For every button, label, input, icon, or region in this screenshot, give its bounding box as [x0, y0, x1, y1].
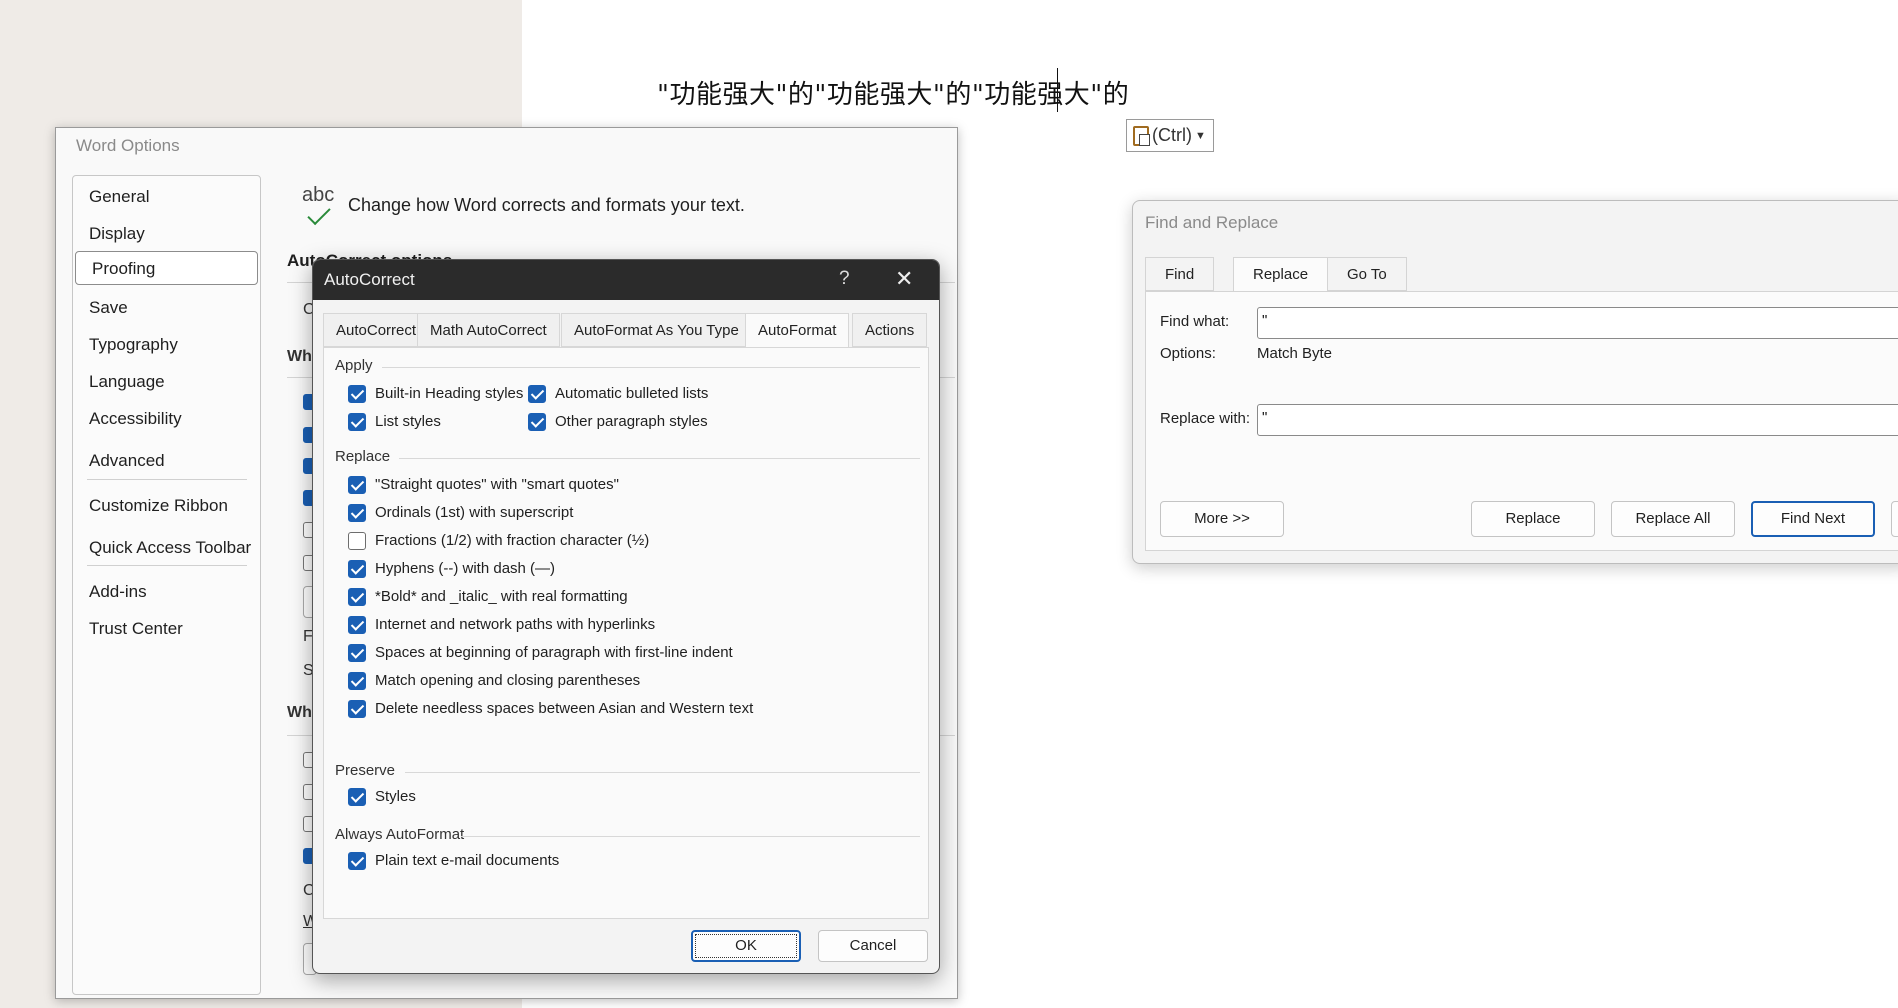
tab-math-autocorrect[interactable]: Math AutoCorrect — [417, 313, 560, 347]
checkbox-first-line-indent[interactable] — [348, 644, 366, 662]
label-fractions: Fractions (1/2) with fraction character … — [375, 532, 650, 549]
label-hyphens: Hyphens (--) with dash (—) — [375, 560, 556, 577]
find-what-input[interactable]: " — [1257, 307, 1898, 339]
autocorrect-dialog: AutoCorrect ? ✕ AutoCorrect Math AutoCor… — [312, 259, 940, 974]
label-ordinals: Ordinals (1st) with superscript — [375, 504, 574, 521]
label-match-parentheses: Match opening and closing parentheses — [375, 672, 641, 689]
options-label: Options: — [1160, 345, 1216, 362]
label-bold-italic: *Bold* and _italic_ with real formatting — [375, 588, 628, 605]
group-divider — [461, 836, 920, 837]
group-replace: Replace — [335, 448, 391, 465]
group-always-autoformat: Always AutoFormat — [335, 826, 465, 843]
label-list-styles: List styles — [375, 413, 441, 430]
replace-with-input[interactable]: " — [1257, 404, 1898, 436]
label-smart-quotes: "Straight quotes" with "smart quotes" — [375, 476, 619, 493]
checkbox-hyphens[interactable] — [348, 560, 366, 578]
checkbox-smart-quotes[interactable] — [348, 476, 366, 494]
nav-divider — [87, 479, 247, 480]
replace-panel: Find what: " Options: Match Byte Replace… — [1145, 291, 1898, 551]
checkbox-builtin-heading-styles[interactable] — [348, 385, 366, 403]
checkbox-bold-italic[interactable] — [348, 588, 366, 606]
word-options-heading: Change how Word corrects and formats you… — [348, 195, 745, 215]
tab-autocorrect[interactable]: AutoCorrect — [323, 313, 430, 347]
nav-item-display[interactable]: Display — [73, 217, 260, 251]
label-other-paragraph-styles: Other paragraph styles — [555, 413, 708, 430]
word-options-title: Word Options — [76, 136, 180, 155]
text-caret — [1057, 68, 1058, 112]
replace-button[interactable]: Replace — [1471, 501, 1595, 537]
nav-item-trust-center[interactable]: Trust Center — [73, 612, 260, 646]
close-icon[interactable]: ✕ — [895, 266, 913, 292]
nav-item-proofing[interactable]: Proofing — [75, 251, 258, 285]
document-text[interactable]: "功能强大"的"功能强大"的"功能强大"的 — [657, 74, 1129, 111]
checkbox-automatic-bulleted-lists[interactable] — [528, 385, 546, 403]
paste-options-button[interactable]: (Ctrl) ▼ — [1126, 119, 1214, 152]
nav-divider — [87, 565, 247, 566]
label-delete-needless-spaces: Delete needless spaces between Asian and… — [375, 700, 754, 717]
find-next-button[interactable]: Find Next — [1751, 501, 1875, 537]
focus-ring — [695, 934, 797, 958]
nav-item-language[interactable]: Language — [73, 365, 260, 399]
tab-replace[interactable]: Replace — [1233, 257, 1329, 292]
label-automatic-bulleted-lists: Automatic bulleted lists — [555, 385, 709, 402]
tab-autoformat-as-you-type[interactable]: AutoFormat As You Type — [561, 313, 752, 347]
nav-item-advanced[interactable]: Advanced — [73, 444, 260, 478]
nav-item-customize-ribbon[interactable]: Customize Ribbon — [73, 489, 260, 523]
checkbox-ordinals[interactable] — [348, 504, 366, 522]
autocorrect-title: AutoCorrect — [324, 270, 415, 289]
replace-all-button[interactable]: Replace All — [1611, 501, 1735, 537]
checkbox-list-styles[interactable] — [348, 413, 366, 431]
label-plain-text-email: Plain text e-mail documents — [375, 852, 560, 869]
label-builtin-heading-styles: Built-in Heading styles — [375, 385, 524, 402]
group-divider — [382, 367, 920, 368]
checkbox-delete-needless-spaces[interactable] — [348, 700, 366, 718]
clipboard-icon — [1133, 125, 1150, 146]
label-first-line-indent: Spaces at beginning of paragraph with fi… — [375, 644, 733, 661]
autoformat-panel: Apply Built-in Heading styles Automatic … — [323, 347, 929, 919]
chevron-down-icon: ▼ — [1194, 129, 1206, 142]
word-options-nav: General Display Proofing Save Typography… — [72, 175, 261, 995]
tab-autoformat[interactable]: AutoFormat — [745, 313, 850, 348]
tab-find[interactable]: Find — [1145, 257, 1215, 291]
checkbox-styles[interactable] — [348, 788, 366, 806]
checkbox-plain-text-email[interactable] — [348, 852, 366, 870]
group-divider — [405, 772, 920, 773]
group-preserve: Preserve — [335, 762, 396, 779]
checkbox-match-parentheses[interactable] — [348, 672, 366, 690]
group-divider — [399, 458, 920, 459]
nav-item-typography[interactable]: Typography — [73, 328, 260, 362]
tab-go-to[interactable]: Go To — [1327, 257, 1407, 291]
more-button[interactable]: More >> — [1160, 501, 1284, 537]
label-styles: Styles — [375, 788, 416, 805]
paste-options-label: (Ctrl) — [1152, 125, 1192, 145]
proofing-abc-icon: abc — [302, 184, 344, 228]
find-what-label: Find what: — [1160, 313, 1230, 330]
group-apply: Apply — [335, 357, 373, 374]
checkbox-other-paragraph-styles[interactable] — [528, 413, 546, 431]
autocorrect-title-bar: AutoCorrect ? ✕ — [313, 260, 939, 300]
options-value: Match Byte — [1257, 345, 1333, 362]
checkbox-fractions[interactable] — [348, 532, 366, 550]
cancel-button[interactable]: Cancel — [818, 930, 928, 962]
help-icon[interactable]: ? — [839, 268, 850, 290]
bg-fragment: Wh — [287, 704, 312, 721]
ok-button[interactable]: OK — [691, 930, 801, 962]
cancel-button-partial[interactable] — [1891, 501, 1898, 537]
label-hyperlinks: Internet and network paths with hyperlin… — [375, 616, 656, 633]
checkbox-hyperlinks[interactable] — [348, 616, 366, 634]
nav-item-accessibility[interactable]: Accessibility — [73, 402, 260, 436]
abc-icon-text: abc — [302, 184, 335, 206]
nav-item-add-ins[interactable]: Add-ins — [73, 575, 260, 609]
nav-item-quick-access-toolbar[interactable]: Quick Access Toolbar — [73, 531, 260, 565]
find-replace-title: Find and Replace — [1145, 213, 1279, 232]
tab-actions[interactable]: Actions — [852, 313, 928, 347]
nav-item-general[interactable]: General — [73, 180, 260, 214]
bg-fragment: Wh — [287, 348, 312, 365]
replace-with-label: Replace with: — [1160, 410, 1251, 427]
nav-item-save[interactable]: Save — [73, 291, 260, 325]
find-replace-dialog: Find and Replace Find Replace Go To Find… — [1132, 200, 1898, 564]
